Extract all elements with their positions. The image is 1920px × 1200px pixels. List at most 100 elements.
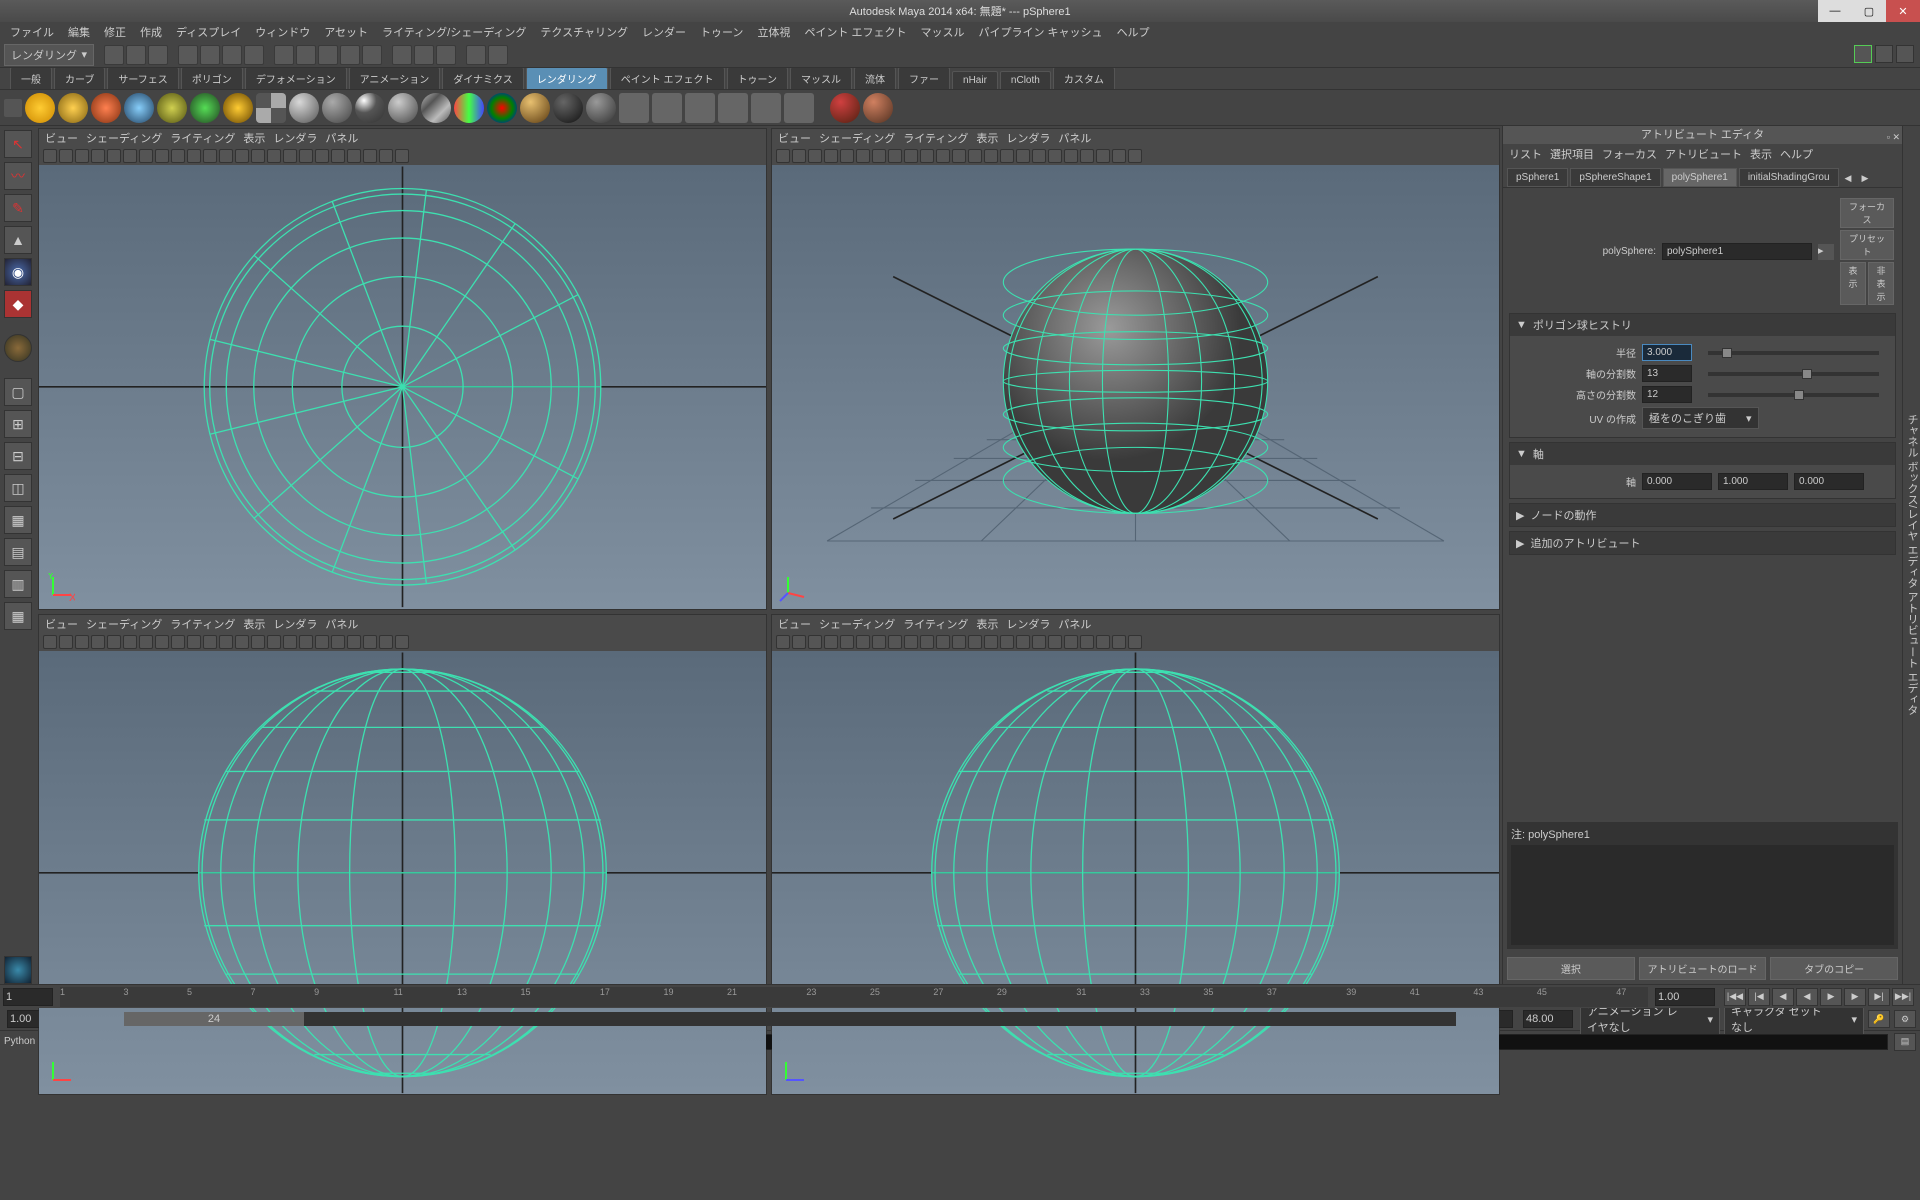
vp-menu-renderer[interactable]: レンダラ <box>273 130 317 146</box>
ae-menu-focus[interactable]: フォーカス <box>1602 146 1657 162</box>
shader-icon[interactable] <box>586 93 616 123</box>
minimize-button[interactable]: — <box>1818 0 1852 22</box>
vp-tool-icon[interactable] <box>171 635 185 649</box>
hide-button[interactable]: 非表示 <box>1868 262 1894 305</box>
sidebar-tabs[interactable]: チャネル ボックス/レイヤ エディタ アトリビュート エディタ <box>1902 126 1920 984</box>
command-language-label[interactable]: Python <box>4 1036 35 1047</box>
vp-tool-icon[interactable] <box>219 149 233 163</box>
ae-menu-attributes[interactable]: アトリビュート <box>1665 146 1742 162</box>
vp-menu-view[interactable]: ビュー <box>45 616 78 632</box>
range-slider-track[interactable]: 24 <box>124 1012 1456 1026</box>
panel-undock-icon[interactable]: ▫ ✕ <box>1887 128 1900 146</box>
vp-tool-icon[interactable] <box>920 149 934 163</box>
vp-tool-icon[interactable] <box>968 635 982 649</box>
vp-tool-icon[interactable] <box>299 635 313 649</box>
vp-tool-icon[interactable] <box>315 635 329 649</box>
vp-tool-icon[interactable] <box>331 635 345 649</box>
undo-icon[interactable] <box>178 45 198 65</box>
vp-tool-icon[interactable] <box>91 149 105 163</box>
tab-curves[interactable]: カーブ <box>54 67 105 89</box>
step-back-key-button[interactable]: |◀ <box>1748 988 1770 1006</box>
vp-tool-icon[interactable] <box>299 149 313 163</box>
play-forward-button[interactable]: ▶ <box>1820 988 1842 1006</box>
viewport-canvas-front[interactable] <box>39 651 766 1095</box>
select-button[interactable]: 選択 <box>1507 957 1635 980</box>
vp-menu-shading[interactable]: シェーディング <box>819 130 895 146</box>
prefs-button[interactable]: ⚙ <box>1894 1010 1916 1028</box>
vp-tool-icon[interactable] <box>1000 635 1014 649</box>
goto-end-button[interactable]: ▶▶| <box>1892 988 1914 1006</box>
time-slider-track[interactable]: 1357911131517192123252729313335373941434… <box>60 987 1648 1007</box>
menu-render[interactable]: レンダー <box>638 22 690 42</box>
menu-assets[interactable]: アセット <box>320 22 372 42</box>
vp-tool-icon[interactable] <box>888 635 902 649</box>
layout-two-v-icon[interactable]: ◫ <box>4 474 32 502</box>
layout-outliner-icon[interactable]: ▤ <box>4 538 32 566</box>
vp-tool-icon[interactable] <box>856 635 870 649</box>
snap-plane-icon[interactable] <box>340 45 360 65</box>
vp-menu-shading[interactable]: シェーディング <box>86 130 162 146</box>
tab-custom[interactable]: カスタム <box>1053 67 1115 89</box>
vp-tool-icon[interactable] <box>824 149 838 163</box>
vp-tool-icon[interactable] <box>824 635 838 649</box>
ae-menu-selected[interactable]: 選択項目 <box>1550 146 1594 162</box>
tab-general[interactable]: 一般 <box>10 67 52 89</box>
vp-tool-icon[interactable] <box>395 149 409 163</box>
vp-tool-icon[interactable] <box>251 635 265 649</box>
vp-tool-icon[interactable] <box>1032 635 1046 649</box>
tab-deformation[interactable]: デフォメーション <box>245 67 347 89</box>
vp-tool-icon[interactable] <box>379 149 393 163</box>
goto-start-button[interactable]: |◀◀ <box>1724 988 1746 1006</box>
tab-muscle[interactable]: マッスル <box>790 67 852 89</box>
shelf-edit-icon[interactable] <box>4 99 22 117</box>
snap-point-icon[interactable] <box>318 45 338 65</box>
tab-scroll-left-icon[interactable]: ◀ <box>1841 170 1856 187</box>
layout-two-h-icon[interactable]: ⊟ <box>4 442 32 470</box>
script-editor-button[interactable]: ▤ <box>1894 1033 1916 1051</box>
vp-tool-icon[interactable] <box>1016 149 1030 163</box>
vp-tool-icon[interactable] <box>59 635 73 649</box>
vp-tool-icon[interactable] <box>968 149 982 163</box>
vp-tool-icon[interactable] <box>251 149 265 163</box>
autokey-button[interactable]: 🔑 <box>1868 1010 1890 1028</box>
vp-tool-icon[interactable] <box>267 149 281 163</box>
vp-tool-icon[interactable] <box>203 149 217 163</box>
vp-tool-icon[interactable] <box>920 635 934 649</box>
vp-tool-icon[interactable] <box>1080 149 1094 163</box>
open-scene-icon[interactable] <box>126 45 146 65</box>
vp-tool-icon[interactable] <box>840 149 854 163</box>
vp-tool-icon[interactable] <box>187 635 201 649</box>
axis-y-input[interactable] <box>1718 473 1788 490</box>
phonge-icon[interactable] <box>388 93 418 123</box>
vp-menu-show[interactable]: 表示 <box>243 130 265 146</box>
select-tool[interactable]: ↖ <box>4 130 32 158</box>
section-header-node-behavior[interactable]: ▶ノードの動作 <box>1510 504 1895 526</box>
render-view-icon[interactable] <box>619 93 649 123</box>
vp-menu-shading[interactable]: シェーディング <box>86 616 162 632</box>
checker-icon[interactable] <box>256 93 286 123</box>
vp-menu-shading[interactable]: シェーディング <box>819 616 895 632</box>
vp-tool-icon[interactable] <box>43 149 57 163</box>
vp-tool-icon[interactable] <box>1048 635 1062 649</box>
tab-surfaces[interactable]: サーフェス <box>107 67 178 89</box>
vp-tool-icon[interactable] <box>107 635 121 649</box>
vp-menu-panels[interactable]: パネル <box>1058 616 1091 632</box>
tab-fluids[interactable]: 流体 <box>854 67 896 89</box>
subdiv-axis-slider[interactable] <box>1708 372 1879 376</box>
step-forward-button[interactable]: ▶ <box>1844 988 1866 1006</box>
vp-tool-icon[interactable] <box>1112 635 1126 649</box>
vp-tool-icon[interactable] <box>1096 149 1110 163</box>
soft-mod-tool[interactable] <box>4 334 32 362</box>
menu-edit[interactable]: 編集 <box>64 22 94 42</box>
hypershade-icon[interactable] <box>784 93 814 123</box>
vp-tool-icon[interactable] <box>904 635 918 649</box>
vp-menu-view[interactable]: ビュー <box>45 130 78 146</box>
subdiv-height-input[interactable] <box>1642 386 1692 403</box>
vp-menu-panels[interactable]: パネル <box>325 616 358 632</box>
menu-display[interactable]: ディスプレイ <box>172 22 245 42</box>
vp-menu-lighting[interactable]: ライティング <box>170 616 235 632</box>
vp-tool-icon[interactable] <box>363 149 377 163</box>
vp-tool-icon[interactable] <box>43 635 57 649</box>
render-settings-icon[interactable] <box>751 93 781 123</box>
notes-textarea[interactable] <box>1511 845 1894 945</box>
